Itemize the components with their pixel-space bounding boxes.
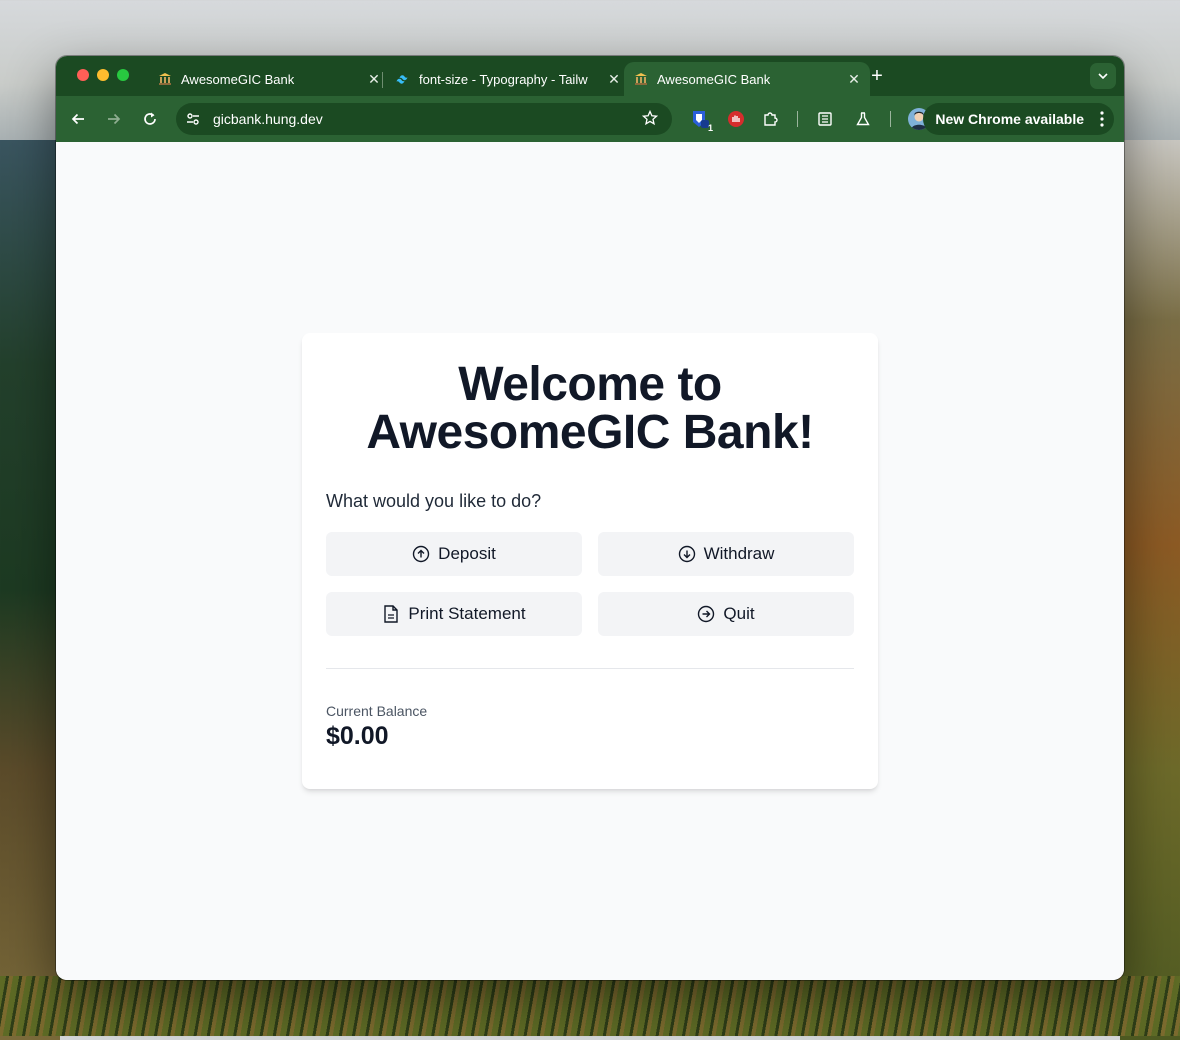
deposit-button[interactable]: Deposit — [326, 532, 582, 576]
tab-title: AwesomeGIC Bank — [657, 71, 771, 87]
reading-list-icon[interactable] — [813, 107, 837, 131]
labs-flask-icon[interactable] — [851, 107, 875, 131]
close-window-button[interactable] — [77, 69, 89, 81]
withdraw-button[interactable]: Withdraw — [598, 532, 854, 576]
forward-icon[interactable] — [102, 107, 126, 131]
extensions-puzzle-icon[interactable] — [759, 107, 783, 131]
page-viewport: Welcome to AwesomeGIC Bank! What would y… — [56, 142, 1124, 980]
arrow-up-circle-icon — [412, 545, 430, 563]
tab-separator — [382, 72, 383, 88]
password-manager-extension-icon[interactable]: 1 — [688, 107, 713, 133]
site-settings-icon[interactable] — [179, 105, 207, 133]
close-tab-icon[interactable]: ✕ — [366, 71, 382, 87]
wallpaper-left — [0, 140, 60, 1040]
balance-label: Current Balance — [326, 703, 428, 719]
arrow-right-circle-icon — [697, 605, 715, 623]
minimize-window-button[interactable] — [97, 69, 109, 81]
adblock-extension-icon[interactable] — [724, 107, 748, 131]
tab-title: AwesomeGIC Bank — [181, 71, 295, 87]
tab-font-size-typography[interactable]: font-size - Typography - Tailw ✕ — [386, 62, 630, 96]
close-tab-icon[interactable]: ✕ — [846, 71, 862, 87]
wallpaper-bottom — [0, 976, 1180, 1036]
print-statement-button[interactable]: Print Statement — [326, 592, 582, 636]
page-title: Welcome to AwesomeGIC Bank! — [326, 361, 854, 457]
browser-toolbar: gicbank.hung.dev 1 New Chrome available — [56, 96, 1124, 142]
new-chrome-available-button[interactable]: New Chrome available — [923, 103, 1114, 135]
kebab-menu-icon[interactable] — [1100, 111, 1104, 130]
browser-window: AwesomeGIC Bank ✕ font-size - Typography… — [56, 56, 1124, 980]
tab-title: font-size - Typography - Tailw — [419, 71, 588, 87]
bookmark-star-icon[interactable] — [641, 109, 659, 131]
update-label: New Chrome available — [935, 111, 1084, 127]
action-prompt: What would you like to do? — [326, 491, 542, 511]
new-tab-button[interactable]: + — [866, 65, 888, 87]
tab-awesomegic-bank-1[interactable]: AwesomeGIC Bank ✕ — [148, 62, 390, 96]
tailwind-icon — [396, 72, 410, 86]
document-icon — [382, 605, 400, 623]
wallpaper-right — [1120, 140, 1180, 1040]
reload-icon[interactable] — [138, 107, 162, 131]
toolbar-divider — [797, 111, 798, 127]
toolbar-divider — [890, 111, 891, 127]
arrow-down-circle-icon — [678, 545, 696, 563]
quit-label: Quit — [723, 604, 755, 623]
section-divider — [326, 668, 854, 669]
balance-value: $0.00 — [326, 722, 389, 750]
url-text: gicbank.hung.dev — [213, 111, 323, 127]
print-statement-label: Print Statement — [408, 604, 526, 623]
title-line-1: Welcome to — [458, 358, 722, 411]
quit-button[interactable]: Quit — [598, 592, 854, 636]
bank-icon — [158, 72, 172, 86]
address-bar[interactable]: gicbank.hung.dev — [176, 103, 672, 135]
chevron-down-icon — [1098, 73, 1108, 79]
window-controls — [77, 69, 129, 81]
extension-badge: 1 — [707, 123, 713, 133]
zoom-window-button[interactable] — [117, 69, 129, 81]
deposit-label: Deposit — [438, 544, 496, 563]
tab-search-button[interactable] — [1090, 63, 1116, 89]
bank-icon — [634, 72, 648, 86]
withdraw-label: Withdraw — [703, 544, 775, 563]
close-tab-icon[interactable]: ✕ — [606, 71, 622, 87]
action-grid: Deposit Withdraw Print Statement Quit — [326, 532, 854, 636]
tab-strip: AwesomeGIC Bank ✕ font-size - Typography… — [56, 56, 1124, 96]
title-line-2: AwesomeGIC Bank! — [366, 406, 814, 459]
bank-card: Welcome to AwesomeGIC Bank! What would y… — [302, 333, 878, 789]
tab-awesomegic-bank-active[interactable]: AwesomeGIC Bank ✕ — [624, 62, 870, 96]
back-icon[interactable] — [66, 107, 90, 131]
